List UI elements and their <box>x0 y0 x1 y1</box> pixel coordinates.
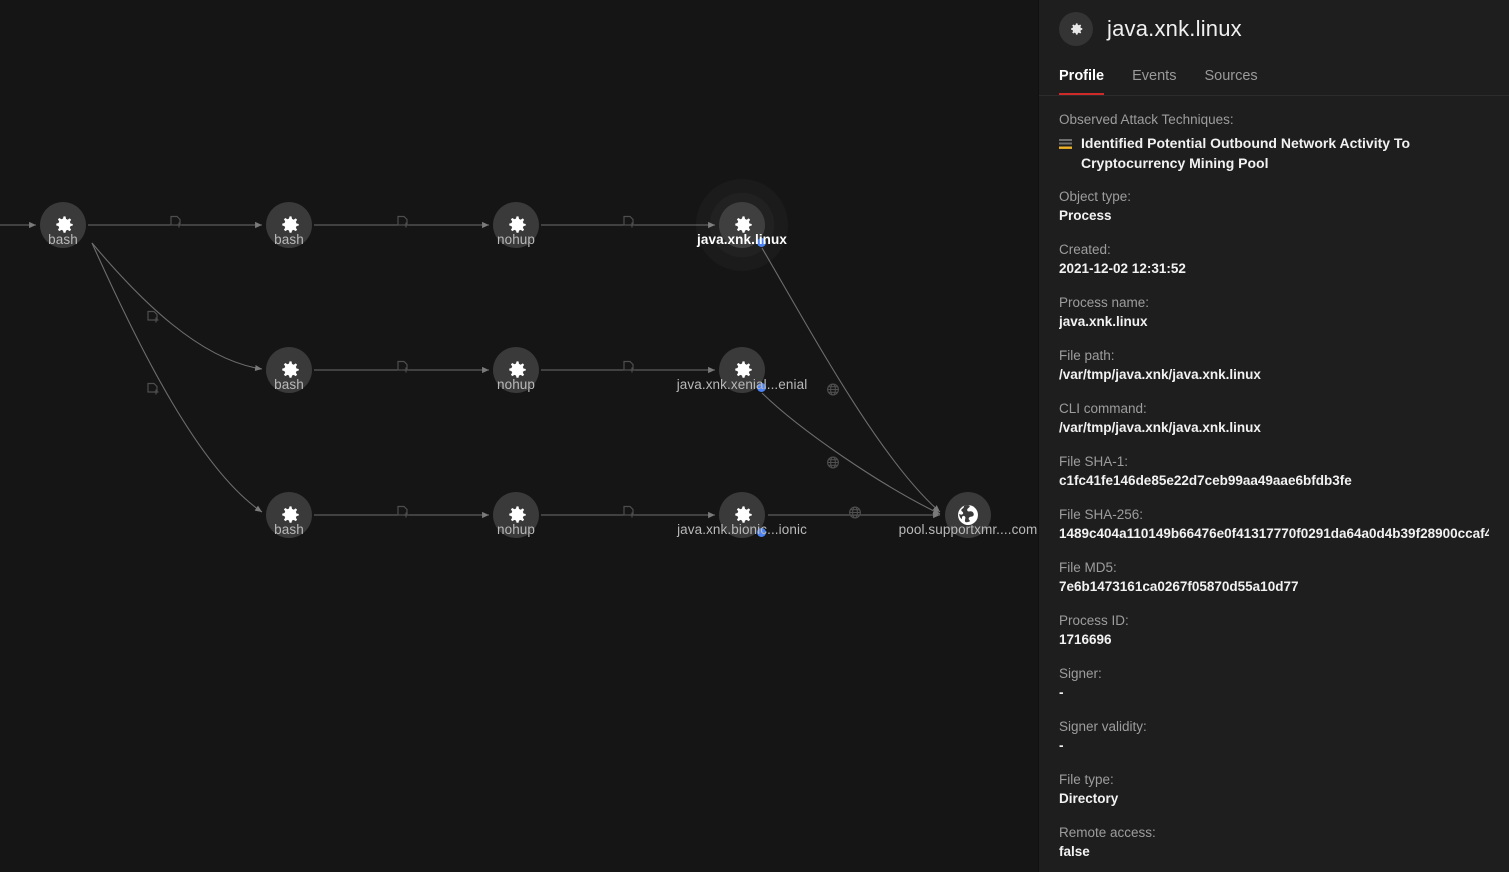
graph-node-bash[interactable]: bash <box>266 347 312 393</box>
severity-bars-icon <box>1059 137 1072 155</box>
field-process-id: Process ID: 1716696 <box>1059 611 1489 650</box>
field-value: java.xnk.linux <box>1059 312 1489 332</box>
node-label: bash <box>274 232 304 247</box>
field-key: Created: <box>1059 240 1489 259</box>
field-object-type: Object type: Process <box>1059 187 1489 226</box>
page-title: java.xnk.linux <box>1107 16 1242 42</box>
process-create-icon <box>623 361 636 380</box>
field-signer: Signer: - <box>1059 664 1489 703</box>
attack-technique-text: Identified Potential Outbound Network Ac… <box>1081 133 1489 173</box>
field-created: Created: 2021-12-02 12:31:52 <box>1059 240 1489 279</box>
graph-node-java-xnk-linux-selected[interactable]: java.xnk.linux <box>719 202 765 248</box>
node-label: bash <box>274 522 304 537</box>
field-value: 2021-12-02 12:31:52 <box>1059 259 1489 279</box>
network-icon <box>826 383 840 402</box>
field-file-type: File type: Directory <box>1059 770 1489 809</box>
field-key: File SHA-1: <box>1059 452 1489 471</box>
process-create-icon <box>147 311 160 330</box>
node-label: bash <box>48 232 78 247</box>
node-label: pool.supportxmr....com <box>899 522 1038 537</box>
field-key: CLI command: <box>1059 399 1489 418</box>
graph-node-java-xnk-xenial[interactable]: java.xnk.xenial...enial <box>719 347 765 393</box>
field-key: File MD5: <box>1059 558 1489 577</box>
field-file-md5: File MD5: 7e6b1473161ca0267f05870d55a10d… <box>1059 558 1489 597</box>
graph-node-nohup[interactable]: nohup <box>493 347 539 393</box>
process-create-icon <box>623 216 636 235</box>
field-value: false <box>1059 842 1489 862</box>
node-label: java.xnk.xenial...enial <box>677 377 808 392</box>
process-graph-canvas[interactable]: bash bash nohup java.xnk.linux <box>0 0 1038 872</box>
field-value: 1489c404a110149b66476e0f41317770f0291da6… <box>1059 524 1489 544</box>
process-create-icon <box>397 506 410 525</box>
tab-profile[interactable]: Profile <box>1059 68 1104 95</box>
field-remote-access: Remote access: false <box>1059 823 1489 862</box>
field-key: Process name: <box>1059 293 1489 312</box>
field-cli-command: CLI command: /var/tmp/java.xnk/java.xnk.… <box>1059 399 1489 438</box>
field-key: File type: <box>1059 770 1489 789</box>
network-icon <box>826 456 840 475</box>
process-create-icon <box>147 383 160 402</box>
field-process-name: Process name: java.xnk.linux <box>1059 293 1489 332</box>
attack-technique-item[interactable]: Identified Potential Outbound Network Ac… <box>1059 133 1489 173</box>
process-create-icon <box>397 216 410 235</box>
observed-attack-techniques-label: Observed Attack Techniques: <box>1059 112 1489 127</box>
field-key: Process ID: <box>1059 611 1489 630</box>
process-create-icon <box>397 361 410 380</box>
detail-panel: java.xnk.linux Profile Events Sources Ob… <box>1038 0 1509 872</box>
field-signer-validity: Signer validity: - <box>1059 717 1489 756</box>
field-key: Signer validity: <box>1059 717 1489 736</box>
process-create-icon <box>170 216 183 235</box>
field-key: Remote access: <box>1059 823 1489 842</box>
node-label: java.xnk.linux <box>697 232 787 247</box>
field-value: Directory <box>1059 789 1489 809</box>
field-value: 7e6b1473161ca0267f05870d55a10d77 <box>1059 577 1489 597</box>
graph-node-bash[interactable]: bash <box>40 202 86 248</box>
field-key: File path: <box>1059 346 1489 365</box>
root-app: bash bash nohup java.xnk.linux <box>0 0 1509 872</box>
graph-node-java-xnk-bionic[interactable]: java.xnk.bionic...ionic <box>719 492 765 538</box>
field-value: - <box>1059 736 1489 756</box>
field-file-sha256: File SHA-256: 1489c404a110149b66476e0f41… <box>1059 505 1489 544</box>
field-value: - <box>1059 683 1489 703</box>
node-label: bash <box>274 377 304 392</box>
field-key: Object type: <box>1059 187 1489 206</box>
field-file-path: File path: /var/tmp/java.xnk/java.xnk.li… <box>1059 346 1489 385</box>
graph-node-bash[interactable]: bash <box>266 492 312 538</box>
node-label: java.xnk.bionic...ionic <box>677 522 807 537</box>
node-label: nohup <box>497 377 535 392</box>
panel-header: java.xnk.linux <box>1039 0 1509 46</box>
node-label: nohup <box>497 232 535 247</box>
panel-tabs[interactable]: Profile Events Sources <box>1059 68 1509 95</box>
graph-node-nohup[interactable]: nohup <box>493 492 539 538</box>
graph-edges <box>0 0 1038 872</box>
tab-sources[interactable]: Sources <box>1204 68 1257 95</box>
field-value: /var/tmp/java.xnk/java.xnk.linux <box>1059 365 1489 385</box>
field-key: File SHA-256: <box>1059 505 1489 524</box>
field-value: 1716696 <box>1059 630 1489 650</box>
graph-node-nohup[interactable]: nohup <box>493 202 539 248</box>
avatar <box>1059 12 1093 46</box>
field-file-sha1: File SHA-1: c1fc41fe146de85e22d7ceb99aa4… <box>1059 452 1489 491</box>
panel-body: Observed Attack Techniques: Identified P… <box>1039 96 1509 872</box>
field-value: c1fc41fe146de85e22d7ceb99aa49aae6bfdb3fe <box>1059 471 1489 491</box>
field-key: Signer: <box>1059 664 1489 683</box>
graph-node-bash[interactable]: bash <box>266 202 312 248</box>
field-value: /var/tmp/java.xnk/java.xnk.linux <box>1059 418 1489 438</box>
process-create-icon <box>623 506 636 525</box>
graph-node-pool-domain[interactable]: pool.supportxmr....com <box>945 492 991 538</box>
tab-events[interactable]: Events <box>1132 68 1176 95</box>
gear-icon <box>1067 20 1085 38</box>
field-value: Process <box>1059 206 1489 226</box>
node-label: nohup <box>497 522 535 537</box>
network-icon <box>848 506 862 525</box>
